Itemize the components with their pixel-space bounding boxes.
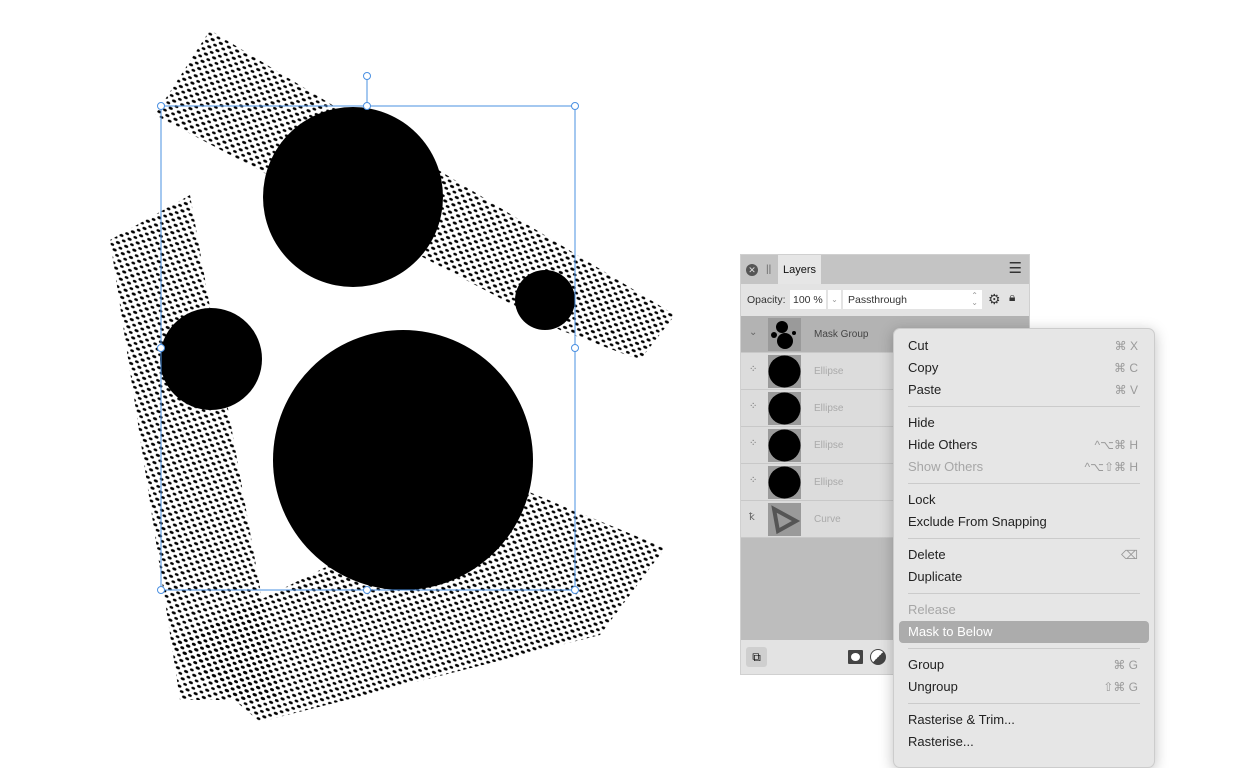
close-icon[interactable]: ✕: [746, 264, 758, 276]
ellipse-3[interactable]: [515, 270, 575, 330]
layer-name: Ellipse: [814, 366, 844, 377]
blend-mode-select[interactable]: Passthrough ⌃ ⌄: [843, 290, 982, 309]
menu-item-label: Paste: [908, 382, 942, 397]
layer-name: Curve: [814, 514, 841, 525]
opacity-input[interactable]: 100 %: [790, 290, 826, 309]
gear-icon[interactable]: ⚙: [988, 291, 1001, 308]
menu-item-label: Duplicate: [908, 569, 963, 584]
menu-item-label: Group: [908, 657, 945, 672]
menu-item-group[interactable]: Group ⌘ G: [894, 654, 1154, 676]
menu-item-shortcut: ⌘ X: [1114, 339, 1138, 353]
layer-name: Ellipse: [814, 403, 844, 414]
menu-item-hide[interactable]: Hide: [894, 412, 1154, 434]
layer-thumbnail: [768, 503, 801, 536]
menu-item-label: Rasterise...: [908, 734, 974, 749]
mask-child-icon: ⁘: [749, 438, 758, 449]
adjustment-icon[interactable]: [870, 649, 886, 665]
menu-item-shortcut: ⌘ V: [1114, 383, 1138, 397]
layer-thumbnail: [768, 318, 801, 351]
menu-item-label: Delete: [908, 547, 946, 562]
curve-icon: ꝁ: [749, 512, 755, 523]
mask-layer-icon[interactable]: [848, 650, 863, 664]
menu-item-label: Copy: [908, 360, 939, 375]
layer-thumbnail: [768, 355, 801, 388]
layer-stack-icon[interactable]: ⧉: [746, 647, 767, 667]
menu-item-exclude-from-snapping[interactable]: Exclude From Snapping: [894, 511, 1154, 533]
opacity-row: Opacity: 100 % ⌄ Passthrough ⌃ ⌄ ⚙ 🔒︎: [741, 284, 1029, 316]
menu-separator: [908, 483, 1140, 484]
menu-item-shortcut: ⌘ C: [1114, 361, 1138, 375]
menu-item-label: Hide Others: [908, 437, 978, 452]
menu-item-delete[interactable]: Delete ⌫: [894, 544, 1154, 566]
blend-mode-value: Passthrough: [848, 294, 907, 306]
menu-item-label: Cut: [908, 338, 929, 353]
menu-separator: [908, 648, 1140, 649]
layer-thumbnail: [768, 392, 801, 425]
layer-thumbnail: [768, 466, 801, 499]
menu-item-rasterise-trim[interactable]: Rasterise & Trim...: [894, 709, 1154, 731]
grip-icon[interactable]: ||: [766, 264, 771, 275]
menu-item-label: Ungroup: [908, 679, 958, 694]
layer-name: Ellipse: [814, 440, 844, 451]
design-canvas[interactable]: [0, 0, 740, 757]
panel-tabbar: ✕ || Layers ☰: [741, 255, 1029, 284]
chevron-down-icon[interactable]: ⌄: [749, 327, 757, 338]
layer-thumbnail: [768, 429, 801, 462]
layer-name: Ellipse: [814, 477, 844, 488]
menu-item-rasterise[interactable]: Rasterise...: [894, 731, 1154, 753]
opacity-dropdown-chevron-icon[interactable]: ⌄: [828, 290, 841, 309]
mask-child-icon: ⁘: [749, 475, 758, 486]
menu-item-label: Exclude From Snapping: [908, 514, 1047, 529]
menu-item-cut[interactable]: Cut ⌘ X: [894, 335, 1154, 357]
menu-item-ungroup[interactable]: Ungroup ⇧⌘ G: [894, 676, 1154, 698]
menu-item-show-others: Show Others ^⌥⇧⌘ H: [894, 456, 1154, 478]
menu-separator: [908, 703, 1140, 704]
menu-item-label: Hide: [908, 415, 935, 430]
menu-separator: [908, 406, 1140, 407]
opacity-label: Opacity:: [747, 294, 786, 306]
menu-item-shortcut: ⌫: [1121, 548, 1138, 562]
menu-item-lock[interactable]: Lock: [894, 489, 1154, 511]
menu-item-release: Release: [894, 599, 1154, 621]
menu-separator: [908, 593, 1140, 594]
stepper-icon: ⌃ ⌄: [971, 291, 978, 307]
menu-item-duplicate[interactable]: Duplicate: [894, 566, 1154, 588]
context-menu: Cut ⌘ X Copy ⌘ C Paste ⌘ V Hide Hide Others ^⌥⌘ …: [893, 328, 1155, 768]
ellipse-2[interactable]: [160, 308, 262, 410]
ellipse-1[interactable]: [263, 107, 443, 287]
layer-name: Mask Group: [814, 329, 869, 340]
menu-item-copy[interactable]: Copy ⌘ C: [894, 357, 1154, 379]
mask-child-icon: ⁘: [749, 401, 758, 412]
ellipse-4[interactable]: [273, 330, 533, 590]
menu-item-label: Show Others: [908, 459, 984, 474]
tab-layers[interactable]: Layers: [778, 255, 821, 284]
hamburger-menu-icon[interactable]: ☰: [1009, 261, 1022, 276]
menu-item-paste[interactable]: Paste ⌘ V: [894, 379, 1154, 401]
menu-item-shortcut: ⌘ G: [1113, 658, 1138, 672]
menu-item-shortcut: ^⌥⌘ H: [1094, 438, 1138, 452]
menu-item-shortcut: ^⌥⇧⌘ H: [1084, 460, 1138, 474]
menu-item-label: Lock: [908, 492, 936, 507]
menu-item-label: Rasterise & Trim...: [908, 712, 1015, 727]
menu-item-mask-to-below[interactable]: Mask to Below: [899, 621, 1149, 643]
menu-item-label: Mask to Below: [908, 624, 993, 639]
menu-item-label: Release: [908, 602, 956, 617]
menu-item-shortcut: ⇧⌘ G: [1103, 680, 1138, 694]
lock-icon[interactable]: 🔒︎: [1009, 290, 1015, 305]
mask-child-icon: ⁘: [749, 364, 758, 375]
menu-item-hide-others[interactable]: Hide Others ^⌥⌘ H: [894, 434, 1154, 456]
menu-separator: [908, 538, 1140, 539]
